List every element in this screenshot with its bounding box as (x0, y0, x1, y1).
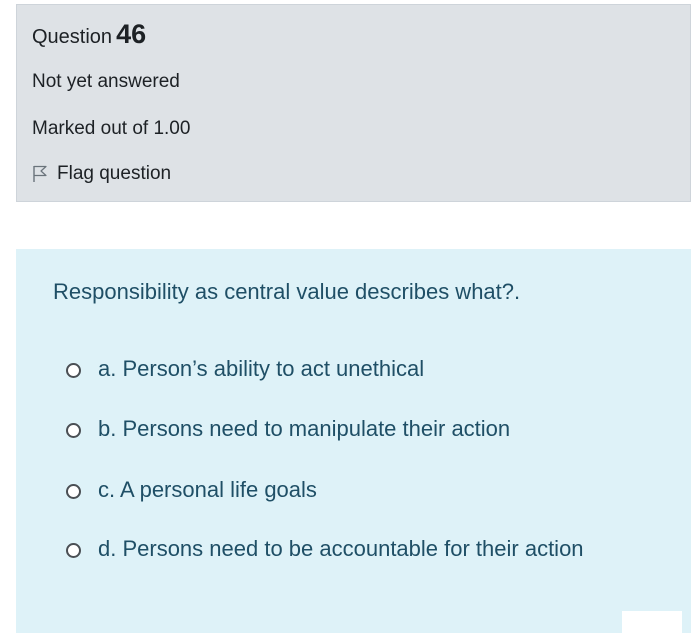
radio-unchecked-icon[interactable] (66, 484, 81, 499)
answer-option-a[interactable]: a. Person’s ability to act unethical (66, 356, 656, 388)
answer-option-c[interactable]: c. A personal life goals (66, 477, 656, 509)
answer-label: a. Person’s ability to act unethical (98, 356, 425, 381)
answer-label: b. Persons need to manipulate their acti… (98, 416, 511, 441)
flag-icon (33, 165, 47, 182)
radio-unchecked-icon[interactable] (66, 543, 81, 558)
question-number: 46 (116, 19, 147, 49)
question-grade: Marked out of 1.00 (32, 118, 191, 139)
answer-label: d. Persons need to be accountable for th… (98, 536, 584, 561)
flag-question-label: Flag question (57, 163, 172, 184)
corner-overlay (622, 611, 682, 633)
answer-option-d[interactable]: d. Persons need to be accountable for th… (66, 536, 656, 568)
question-text: Responsibility as central value describe… (53, 279, 521, 304)
radio-unchecked-icon[interactable] (66, 423, 81, 438)
question-content-panel: Responsibility as central value describe… (16, 249, 691, 633)
question-heading: Question 46 (32, 19, 146, 50)
answer-option-b[interactable]: b. Persons need to manipulate their acti… (66, 416, 656, 448)
question-label: Question (32, 26, 113, 48)
question-info-panel: Question 46 Not yet answered Marked out o… (16, 4, 691, 202)
radio-unchecked-icon[interactable] (66, 363, 81, 378)
answer-label: c. A personal life goals (98, 477, 317, 502)
flag-question-link[interactable]: Flag question (32, 163, 171, 185)
question-state: Not yet answered (32, 71, 180, 92)
